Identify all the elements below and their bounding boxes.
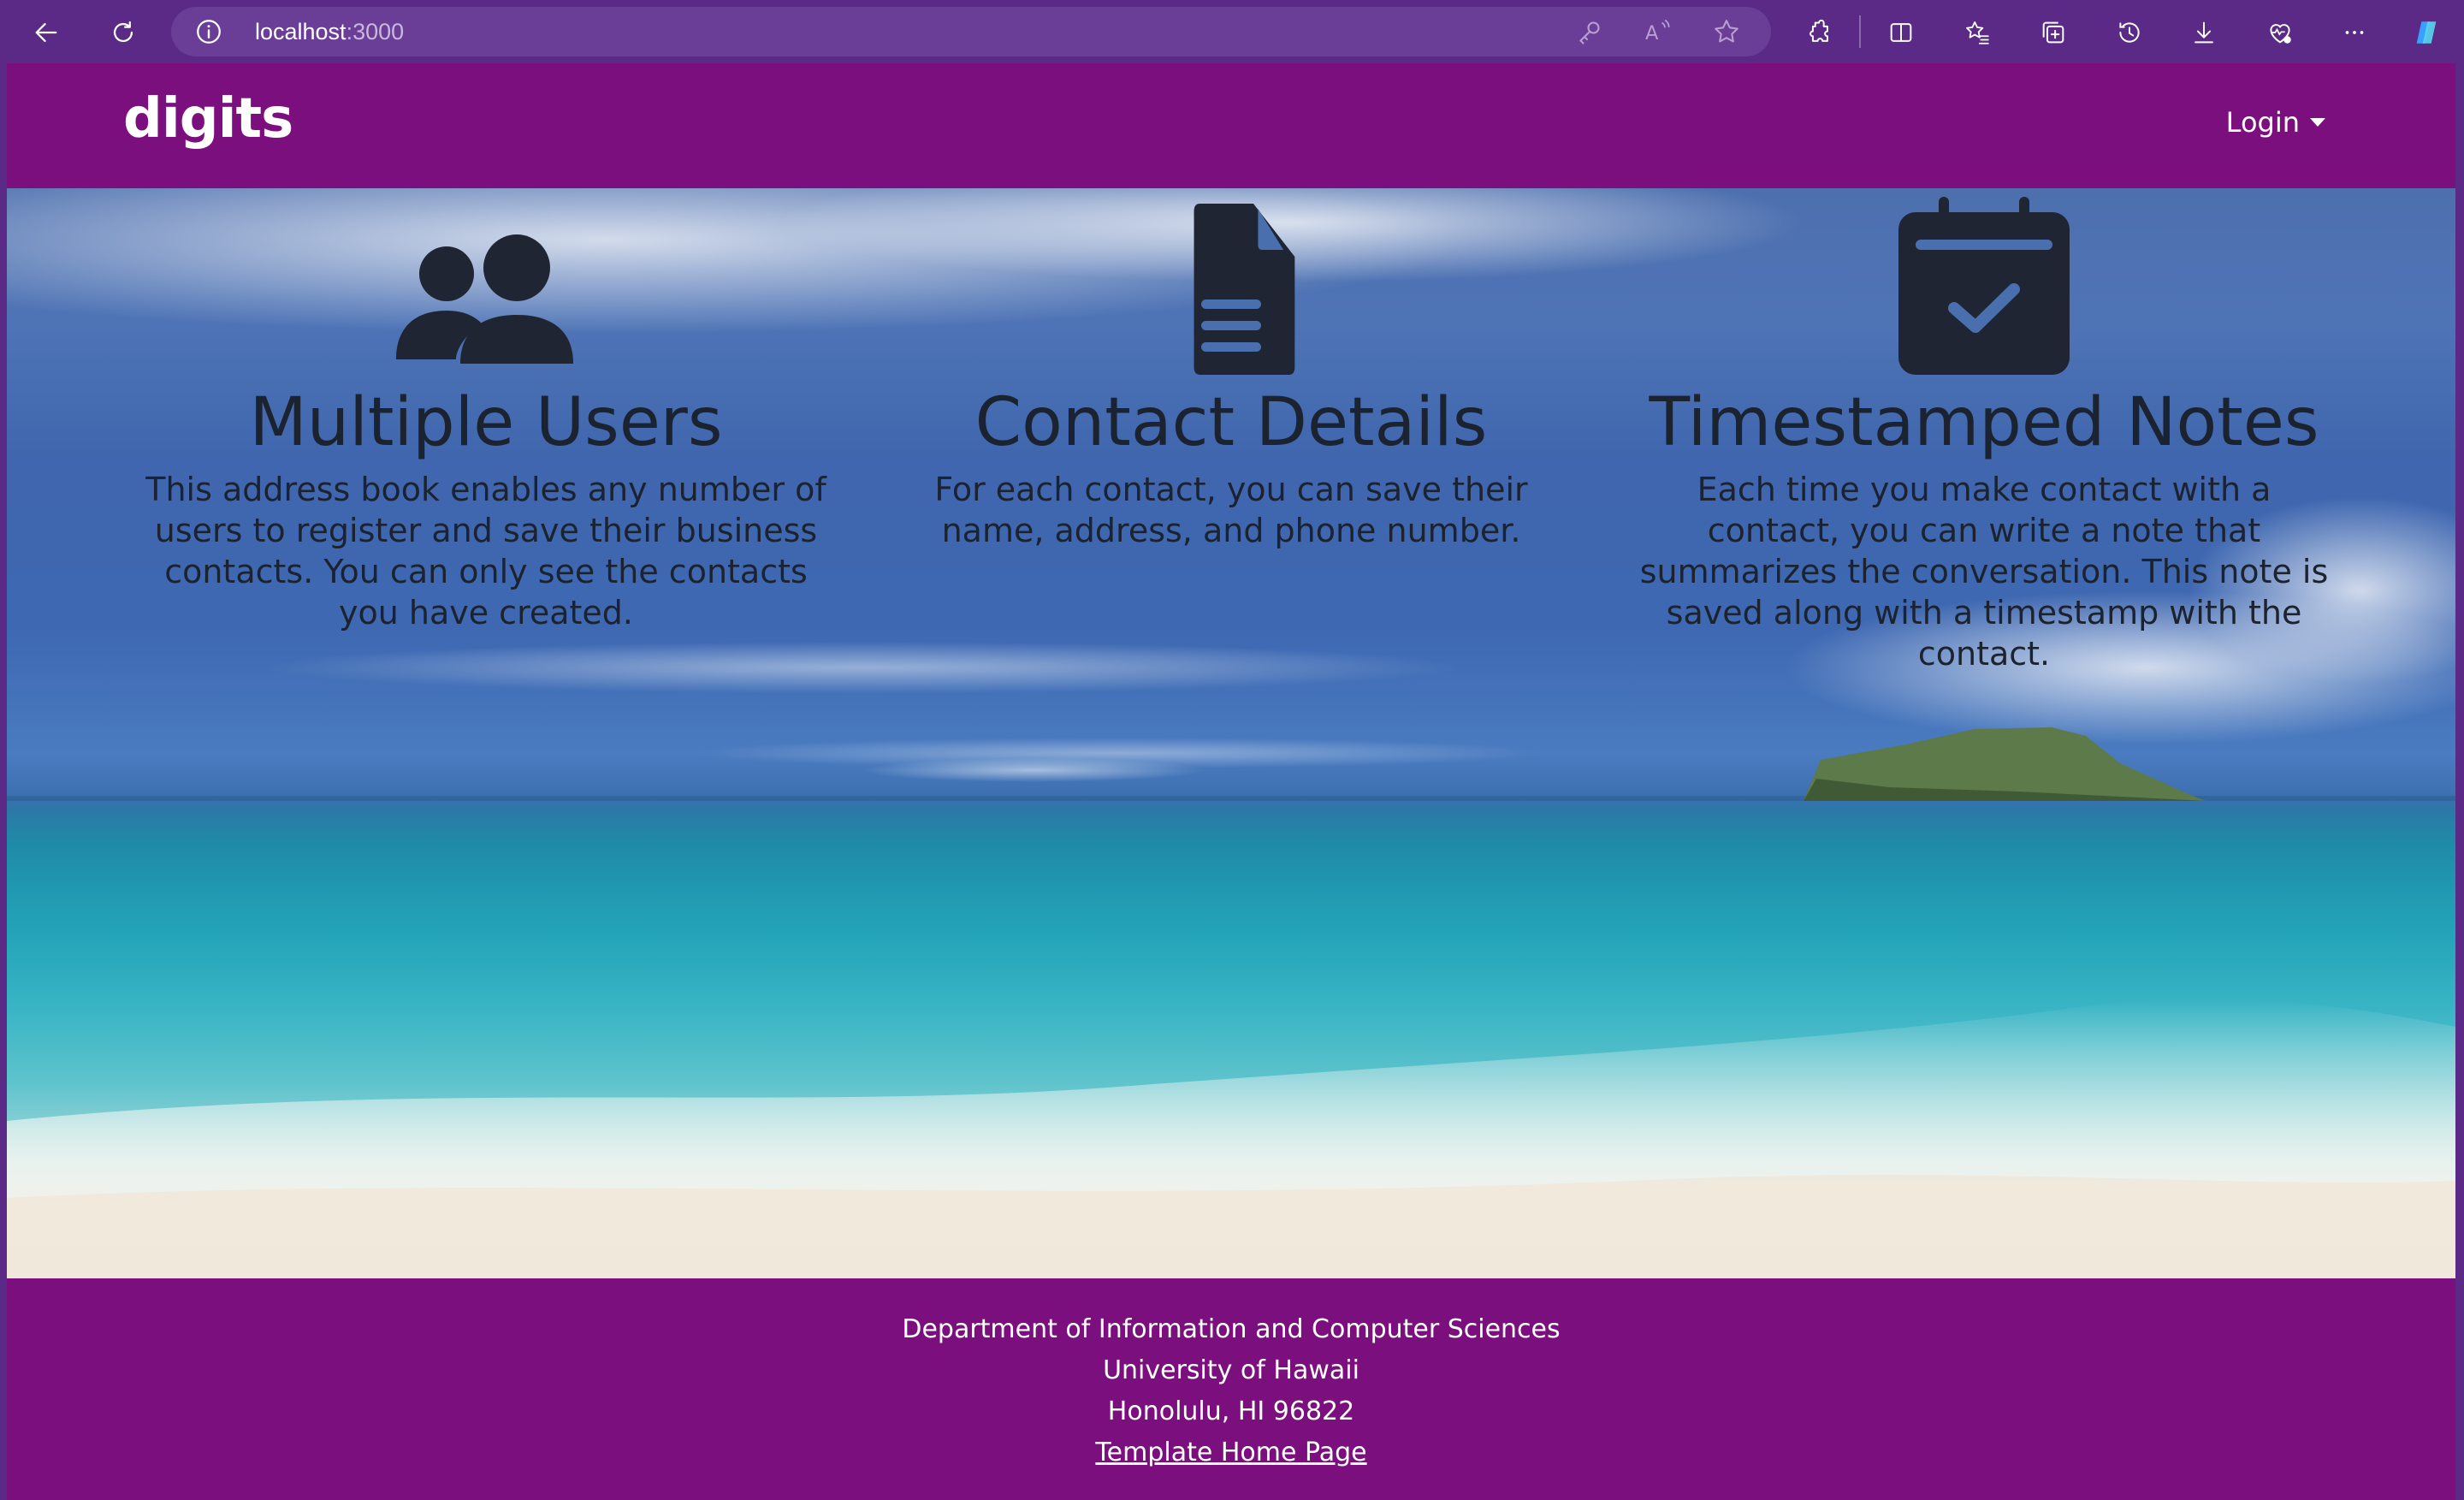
downloads-button[interactable]: [2180, 9, 2228, 56]
footer-department: Department of Information and Computer S…: [902, 1314, 1561, 1344]
toolbar-divider: [1859, 15, 1861, 48]
template-home-page-link[interactable]: Template Home Page: [1095, 1438, 1366, 1467]
login-dropdown[interactable]: Login: [2226, 106, 2325, 139]
split-screen-icon: [1890, 23, 1912, 42]
file-text-icon: [1194, 204, 1295, 375]
favorite-star-icon[interactable]: [1711, 16, 1742, 47]
back-button[interactable]: [22, 9, 70, 56]
read-aloud-icon[interactable]: A: [1643, 16, 1673, 47]
login-label: Login: [2225, 106, 2300, 139]
footer: Department of Information and Computer S…: [7, 1278, 2455, 1500]
favorites-list-icon: [1966, 21, 1989, 44]
footer-university: University of Hawaii: [1103, 1355, 1359, 1385]
page: digits Login Multiple Users This address…: [7, 63, 2455, 1500]
extensions-button[interactable]: [1795, 9, 1843, 56]
copilot-button[interactable]: [2402, 9, 2450, 56]
feature-title: Timestamped Notes: [1649, 384, 2319, 461]
feature-title: Multiple Users: [249, 384, 723, 461]
caret-down-icon: [2310, 118, 2325, 127]
site-info-icon[interactable]: [193, 16, 224, 47]
browser-essentials-button[interactable]: [2256, 9, 2304, 56]
key-icon[interactable]: [1574, 16, 1605, 47]
feature-description: This address book enables any number of …: [145, 471, 826, 631]
download-icon: [2194, 21, 2213, 44]
history-button[interactable]: [2106, 9, 2153, 56]
favorites-button[interactable]: [1953, 9, 2001, 56]
feature-title: Contact Details: [974, 384, 1488, 461]
browser-toolbar: localhost:3000 A: [0, 0, 2464, 63]
refresh-button[interactable]: [99, 9, 147, 56]
copilot-icon: [2416, 21, 2437, 44]
feature-description: For each contact, you can save their nam…: [934, 471, 1528, 549]
url-port: :3000: [346, 19, 405, 44]
feature-description: Each time you make contact with a contac…: [1639, 471, 2329, 673]
address-bar[interactable]: localhost:3000 A: [171, 7, 1771, 56]
hero-landing: Multiple Users This address book enables…: [7, 188, 2455, 1278]
history-icon: [2119, 22, 2140, 43]
calendar-check-icon: [1898, 197, 2070, 375]
back-arrow-icon: [35, 22, 57, 43]
collections-button[interactable]: [2029, 9, 2077, 56]
collections-icon: [2042, 21, 2064, 44]
navbar: digits Login: [7, 63, 2455, 188]
svg-text:A: A: [1645, 22, 1659, 44]
feature-multiple-users: Multiple Users This address book enables…: [135, 188, 837, 633]
more-dots-icon: [2345, 31, 2364, 34]
users-icon: [396, 234, 573, 364]
puzzle-icon: [1810, 19, 1828, 42]
feature-contact-details: Contact Details For each contact, you ca…: [880, 188, 1582, 551]
url-host: localhost: [255, 19, 346, 44]
url-text: localhost:3000: [255, 19, 404, 45]
more-options-button[interactable]: [2331, 9, 2378, 56]
feature-timestamped-notes: Timestamped Notes Each time you make con…: [1633, 188, 2335, 674]
split-screen-button[interactable]: [1877, 9, 1925, 56]
refresh-icon: [113, 21, 133, 43]
brand-logo[interactable]: digits: [123, 87, 293, 151]
footer-address: Honolulu, HI 96822: [1107, 1396, 1355, 1426]
heart-pulse-icon: [2270, 24, 2291, 44]
